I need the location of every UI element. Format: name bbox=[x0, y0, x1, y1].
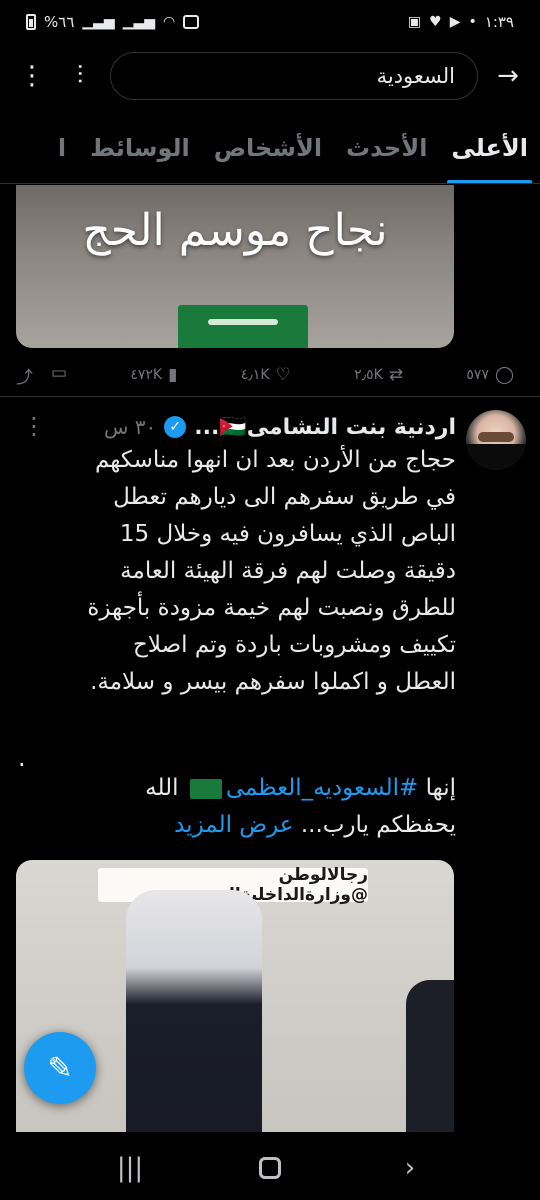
signal-icon: ▁▃▅ bbox=[82, 14, 115, 30]
home-icon bbox=[259, 1157, 281, 1179]
tab-people[interactable]: الأشخاص bbox=[202, 112, 334, 183]
line3-text: يحفظكم يارب... bbox=[293, 812, 456, 838]
media-person bbox=[126, 890, 262, 1132]
tab-latest[interactable]: الأحدث bbox=[334, 112, 439, 183]
search-header: ⋮ ⫶ السعودية → bbox=[0, 44, 540, 108]
filter-icon[interactable]: ⫶ bbox=[62, 58, 98, 94]
media-person-2 bbox=[406, 980, 454, 1132]
views-button[interactable]: ▮ ٤٧٢K bbox=[130, 365, 177, 385]
tweet-dot: . bbox=[18, 744, 26, 772]
dot-icon: • bbox=[468, 14, 477, 30]
more-options-icon[interactable]: ⋮ bbox=[14, 58, 50, 94]
verified-badge-icon: ✓ bbox=[164, 416, 187, 438]
tweet-text-continued: إنها #السعوديه_العظمى الله يحفظكم يارب..… bbox=[16, 770, 456, 844]
heart-icon: ♥ bbox=[429, 14, 442, 30]
like-count: ٤٫١K bbox=[240, 367, 270, 383]
saudi-flag-emoji bbox=[189, 778, 222, 799]
like-icon: ♡ bbox=[275, 365, 291, 385]
avatar[interactable] bbox=[466, 410, 526, 470]
repost-button[interactable]: ⇄ ٢٫٥K bbox=[354, 365, 403, 385]
compose-button[interactable]: ✎ bbox=[24, 1032, 96, 1104]
views-count: ٤٧٢K bbox=[130, 367, 163, 383]
clock: ١:٣٩ bbox=[484, 13, 514, 31]
back-icon[interactable]: › bbox=[380, 1153, 440, 1183]
recent-apps-icon[interactable]: ||| bbox=[100, 1153, 160, 1183]
status-bar: %٦٦ ▁▃▅ ▁▃▅ ◠ ▣ ♥ ▶ • ١:٣٩ bbox=[0, 0, 540, 44]
tweet-actions: ◯ ٥٧٧ ⇄ ٢٫٥K ♡ ٤٫١K ▮ ٤٧٢K ▭ ⤴ bbox=[16, 358, 524, 392]
tweet-line-3: يحفظكم يارب... عرض المزيد bbox=[16, 807, 456, 844]
compose-icon: ✎ bbox=[47, 1050, 73, 1086]
repost-count: ٢٫٥K bbox=[354, 367, 383, 383]
search-query: السعودية bbox=[376, 64, 455, 88]
previous-tweet-media[interactable]: نجاح موسم الحج bbox=[16, 185, 454, 348]
tab-top[interactable]: الأعلى bbox=[439, 112, 540, 183]
views-icon: ▮ bbox=[168, 365, 178, 385]
status-left: %٦٦ ▁▃▅ ▁▃▅ ◠ bbox=[26, 13, 200, 31]
gallery-icon: ▣ bbox=[407, 14, 422, 30]
battery-level: %٦٦ bbox=[44, 13, 75, 31]
tweet-more-icon[interactable]: ⋮ bbox=[22, 412, 46, 440]
nfc-icon bbox=[183, 15, 200, 29]
signal-icon-2: ▁▃▅ bbox=[122, 14, 156, 30]
hashtag-link[interactable]: #السعوديه_العظمى bbox=[226, 775, 418, 801]
search-input[interactable]: السعودية bbox=[110, 52, 478, 100]
home-button[interactable] bbox=[240, 1157, 300, 1179]
tab-media[interactable]: الوسائط bbox=[78, 112, 202, 183]
line2-prefix: إنها bbox=[418, 775, 456, 801]
tweet-line-2: إنها #السعوديه_العظمى الله bbox=[16, 770, 456, 807]
status-right: ▣ ♥ ▶ • ١:٣٩ bbox=[408, 13, 514, 31]
reply-count: ٥٧٧ bbox=[466, 367, 489, 383]
saudi-flag-image bbox=[178, 305, 308, 348]
tab-lists[interactable]: ا bbox=[46, 112, 78, 183]
line2-suffix: الله bbox=[145, 775, 186, 801]
system-nav-bar: ||| › bbox=[0, 1136, 540, 1200]
show-more-link[interactable]: عرض المزيد bbox=[174, 812, 293, 838]
share-icon[interactable]: ⤴ bbox=[16, 363, 33, 388]
author-name[interactable]: اردنية بنت النشامى🇯🇴... bbox=[194, 415, 456, 440]
tweet-text: حجاج من الأردن بعد ان انهوا مناسكهم في ط… bbox=[87, 447, 456, 695]
reply-button[interactable]: ◯ ٥٧٧ bbox=[466, 365, 514, 385]
reply-icon: ◯ bbox=[494, 365, 514, 385]
bookmark-icon[interactable]: ▭ bbox=[51, 363, 67, 388]
battery-icon bbox=[26, 14, 36, 30]
youtube-icon: ▶ bbox=[449, 14, 461, 30]
tweet-time: ٣٠ س bbox=[104, 415, 157, 439]
tweet-divider bbox=[0, 396, 540, 397]
avatar-eyes bbox=[478, 432, 514, 442]
media-caption: نجاح موسم الحج bbox=[82, 205, 388, 256]
wifi-icon: ◠ bbox=[163, 14, 176, 30]
back-arrow-icon[interactable]: → bbox=[490, 58, 526, 94]
avatar-veil bbox=[466, 444, 526, 470]
tweet-header: اردنية بنت النشامى🇯🇴... ✓ ٣٠ س bbox=[16, 410, 456, 444]
actions-secondary: ▭ ⤴ bbox=[16, 363, 67, 388]
search-tabs: الأعلى الأحدث الأشخاص الوسائط ا bbox=[0, 112, 540, 184]
repost-icon: ⇄ bbox=[388, 365, 404, 385]
like-button[interactable]: ♡ ٤٫١K bbox=[241, 365, 291, 385]
